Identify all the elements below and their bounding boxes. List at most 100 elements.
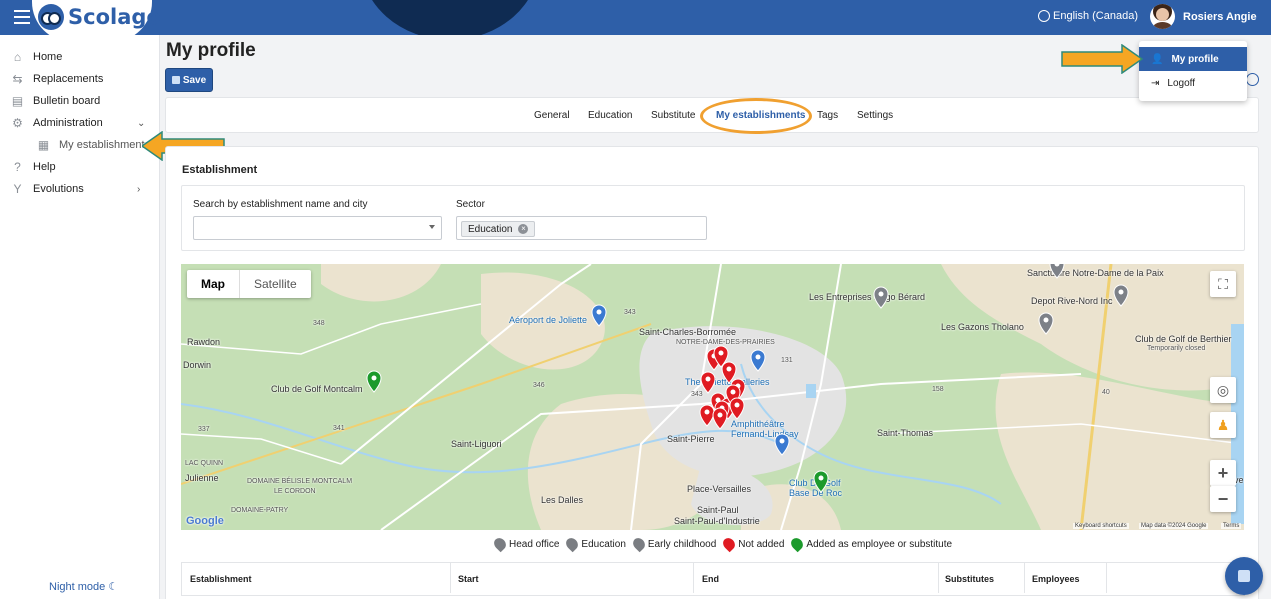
moon-icon: ☾ [108,581,119,593]
gear-icon: ⚙ [12,116,23,130]
not-added-pin-icon [720,535,738,553]
logo-text: Scolago [68,5,161,29]
zoom-in-button[interactable]: + [1210,460,1236,486]
poi-marker[interactable] [1049,264,1065,279]
column-header[interactable]: End [702,574,719,584]
remove-chip-icon[interactable]: × [518,224,529,234]
chevron-down-icon[interactable]: ⌄ [137,118,145,129]
sidebar-item-evolutions[interactable]: Y Evolutions [10,182,84,196]
user-dropdown: 👤 My profile ⇥ Logoff [1139,41,1247,101]
sidebar-item-label: My establishments [59,139,151,151]
sidebar-item-label: Replacements [33,73,104,85]
my-profile-menu-item[interactable]: 👤 My profile [1139,47,1247,71]
night-mode-label: Night mode [49,581,106,593]
logout-icon: ⇥ [1151,77,1160,89]
column-header[interactable]: Employees [1032,574,1080,584]
menu-item-label: My profile [1171,53,1219,65]
poi-marker[interactable] [1113,284,1129,307]
avatar [1150,4,1175,29]
fullscreen-icon[interactable]: ⛶ [1210,271,1236,297]
sector-label: Sector [456,199,485,210]
language-selector[interactable]: English (Canada) [1038,10,1138,22]
added-marker[interactable] [366,370,382,393]
establishments-table: Establishment Start End Substitutes Empl… [181,562,1245,596]
sidebar: ⌂ Home ⇆ Replacements ▤ Bulletin board ⚙… [0,35,225,599]
added-marker[interactable] [813,470,829,493]
sidebar-item-my-establishments[interactable]: ▦ My establishments [36,139,150,151]
floating-save-button[interactable] [1225,557,1263,595]
app-logo[interactable]: Scolago [38,2,161,32]
column-divider [938,563,939,593]
chevron-right-icon[interactable]: › [137,184,140,195]
tab-settings[interactable]: Settings [857,110,893,121]
tab-education[interactable]: Education [588,110,632,121]
history-icon[interactable] [1246,73,1259,86]
legend-label: Education [581,538,626,550]
not-added-marker[interactable] [700,371,716,394]
poi-marker[interactable] [591,304,607,327]
orange-arrow-icon [1061,44,1144,74]
column-header[interactable]: Start [458,574,479,584]
legend-label: Not added [738,538,785,550]
top-bar: Scolago English (Canada) Rosiers Angie [0,0,1271,35]
legend-label: Head office [509,538,560,550]
sidebar-item-label: Evolutions [33,183,84,195]
user-name: Rosiers Angie [1183,10,1257,23]
owl-icon [38,4,64,30]
search-establishment-select[interactable] [193,216,442,240]
legend-item: Early childhood [630,535,717,553]
not-added-marker[interactable] [712,407,728,430]
language-label: English (Canada) [1053,10,1138,22]
sidebar-item-replacements[interactable]: ⇆ Replacements [10,73,103,85]
zoom-out-button[interactable]: − [1210,486,1236,512]
highlight-oval [700,98,812,134]
section-title: Establishment [182,164,258,176]
bulletin-icon: ▤ [11,94,24,108]
sidebar-item-bulletin-board[interactable]: ▤ Bulletin board [10,95,100,107]
user-menu[interactable]: Rosiers Angie [1150,4,1257,29]
legend-item: Head office [491,535,560,553]
tab-tags[interactable]: Tags [817,110,838,121]
sidebar-item-home[interactable]: ⌂ Home [10,51,62,63]
column-header[interactable]: Establishment [190,574,252,584]
legend-item: Added as employee or substitute [789,535,953,553]
poi-marker[interactable] [750,349,766,372]
keyboard-shortcuts-link[interactable]: Keyboard shortcuts [1073,523,1129,529]
education-pin-icon [564,535,581,553]
sector-chip-label: Education [468,223,513,235]
sector-select[interactable]: Education × [456,216,707,240]
location-icon[interactable]: ◎ [1210,377,1236,403]
sidebar-item-help[interactable]: ? Help [10,160,56,174]
profile-tabs: General Education Substitute My establis… [165,97,1259,134]
poi-marker[interactable] [873,286,889,309]
poi-marker[interactable] [774,433,790,456]
menu-icon[interactable] [14,10,30,24]
sidebar-item-label: Help [33,161,56,173]
not-added-marker[interactable] [699,404,715,427]
save-button[interactable]: Save [165,68,213,92]
globe-icon [1038,10,1050,22]
evolutions-icon: Y [13,182,22,196]
column-divider [1106,563,1107,593]
not-added-marker[interactable] [729,397,745,420]
sidebar-item-administration[interactable]: ⚙ Administration [10,117,103,129]
terms-link[interactable]: Terms [1221,523,1242,529]
column-header[interactable]: Substitutes [945,574,994,584]
caret-down-icon [429,225,435,229]
legend-label: Added as employee or substitute [806,538,953,550]
legend-label: Early childhood [647,538,717,550]
poi-marker[interactable] [1038,312,1054,335]
establishment-card: Establishment Search by establishment na… [165,146,1259,599]
early-childhood-pin-icon [630,535,648,553]
question-icon: ? [14,160,21,174]
logoff-menu-item[interactable]: ⇥ Logoff [1139,71,1247,95]
user-icon: 👤 [1151,53,1164,65]
pegman-icon[interactable]: ♟ [1210,412,1236,438]
night-mode-toggle[interactable]: Night mode ☾ [49,580,118,593]
head-office-pin-icon [491,535,509,553]
map[interactable]: Map Satellite Sanctuaire Notre-Dame de l… [181,264,1244,530]
legend-item: Not added [720,535,785,553]
google-logo: Google [186,515,224,527]
tab-substitute[interactable]: Substitute [651,110,695,121]
tab-general[interactable]: General [534,110,570,121]
